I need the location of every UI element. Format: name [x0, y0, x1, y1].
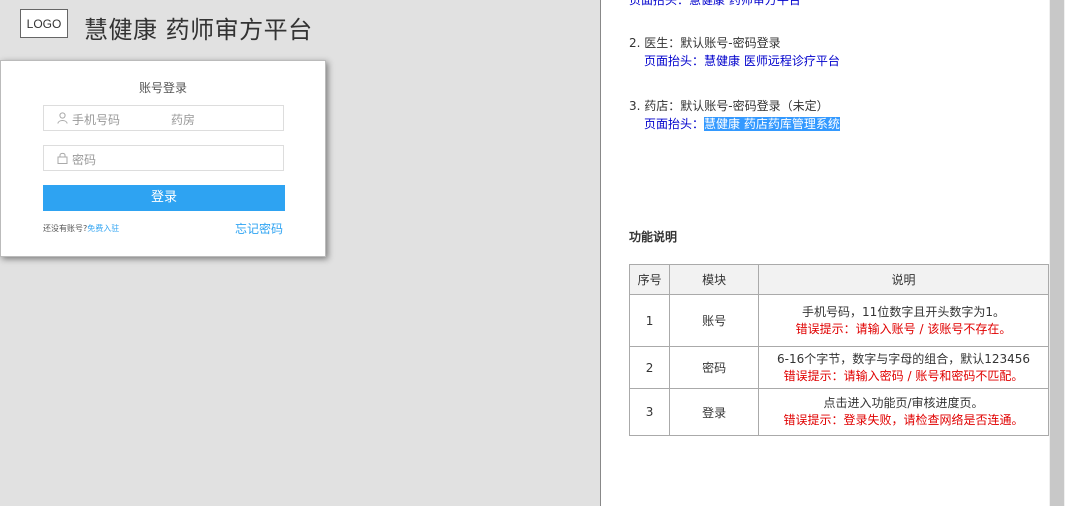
scrollbar-thumb[interactable] — [1050, 0, 1064, 506]
row-error-text: 错误提示：登录失败，请检查网络是否连通。 — [783, 413, 1024, 427]
login-card: 账号登录 手机号码 药房 密码 登录 还没有账号?免费入驻 忘记密码 — [0, 60, 326, 257]
note-pharmacy-header-prefix: 页面抬头： — [644, 117, 705, 131]
spec-section-title: 功能说明 — [629, 230, 678, 244]
row-desc: 6-16个字节，数字与字母的组合，默认123456 错误提示：请输入密码 / 账号… — [758, 346, 1049, 389]
table-row: 1 账号 手机号码，11位数字且开头数字为1。 错误提示：请输入账号 / 该账号不… — [628, 294, 1049, 347]
login-button[interactable]: 登录 — [43, 185, 285, 211]
row-error-text: 错误提示：请输入账号 / 该账号不存在。 — [795, 321, 1012, 336]
logo-text: LOGO — [26, 16, 62, 31]
user-icon — [57, 112, 68, 124]
note-pharmacy-line: 3. 药店：默认账号-密码登录（未定） — [629, 99, 829, 113]
login-page-mockup: LOGO 慧健康 药师审方平台 账号登录 手机号码 药房 密码 登录 还没有账号… — [0, 0, 600, 506]
spec-table: 序号 模块 说明 1 账号 手机号码，11位数字且开头数字为1。 错误提示：请输入… — [628, 264, 1049, 436]
note-pharmacy-header-value: 慧健康 药店药库管理系统 — [704, 117, 840, 131]
row-module: 登录 — [669, 388, 760, 436]
register-prompt: 还没有账号?免费入驻 — [43, 223, 119, 234]
table-row: 3 登录 点击进入功能页/审核进度页。错误提示：登录失败，请检查网络是否连通。 — [628, 388, 1049, 436]
note-cut-line: 页面抬头：慧健康 药师审方平台 — [629, 0, 801, 7]
note-doctor-header-prefix: 页面抬头： — [644, 54, 705, 68]
row-desc: 点击进入功能页/审核进度页。错误提示：登录失败，请检查网络是否连通。 — [758, 388, 1049, 436]
row-module: 账号 — [669, 294, 760, 347]
row-desc: 手机号码，11位数字且开头数字为1。 错误提示：请输入账号 / 该账号不存在。 — [758, 294, 1049, 347]
no-account-text: 还没有账号? — [43, 224, 88, 233]
lock-icon — [57, 152, 68, 164]
note-doctor-header-value: 慧健康 医师远程诊疗平台 — [704, 54, 840, 68]
row-desc-text: 6-16个字节，数字与字母的组合，默认123456 — [776, 351, 1031, 366]
phone-placeholder: 手机号码 — [72, 113, 121, 127]
phone-input[interactable]: 手机号码 药房 — [43, 105, 284, 131]
logo-placeholder: LOGO — [20, 9, 68, 38]
forgot-password-link[interactable]: 忘记密码 — [235, 220, 283, 237]
row-module: 密码 — [669, 346, 760, 389]
note-doctor-line: 2. 医生：默认账号-密码登录 — [629, 36, 781, 50]
register-link[interactable]: 免费入驻 — [87, 224, 119, 233]
password-input[interactable]: 密码 — [43, 145, 284, 171]
column-header-desc: 说明 — [758, 264, 1049, 295]
row-error-text: 错误提示：请输入密码 / 账号和密码不匹配。 — [783, 368, 1024, 383]
password-placeholder: 密码 — [72, 153, 97, 167]
note-doctor: 2. 医生：默认账号-密码登录 页面抬头：慧健康 医师远程诊疗平台 — [629, 34, 840, 69]
row-no: 1 — [628, 294, 671, 347]
row-desc-text: 点击进入功能页/审核进度页。 — [823, 396, 984, 410]
table-header-row: 序号 模块 说明 — [628, 264, 1049, 295]
phone-extra-text: 药房 — [171, 113, 196, 127]
note-pharmacy-header: 页面抬头：慧健康 药店药库管理系统 — [629, 115, 840, 132]
spec-document: 页面抬头：慧健康 药师审方平台 2. 医生：默认账号-密码登录 页面抬头：慧健康… — [600, 0, 1049, 506]
column-header-module: 模块 — [669, 264, 760, 295]
column-header-no: 序号 — [628, 264, 671, 295]
note-doctor-header: 页面抬头：慧健康 医师远程诊疗平台 — [629, 52, 840, 69]
note-pharmacy: 3. 药店：默认账号-密码登录（未定） 页面抬头：慧健康 药店药库管理系统 — [629, 97, 840, 132]
app-title: 慧健康 药师审方平台 — [84, 16, 313, 44]
login-title: 账号登录 — [138, 81, 187, 95]
row-no: 2 — [628, 346, 671, 389]
row-no: 3 — [628, 388, 671, 436]
row-desc-text: 手机号码，11位数字且开头数字为1。 — [802, 304, 1005, 319]
table-row: 2 密码 6-16个字节，数字与字母的组合，默认123456 错误提示：请输入密码… — [628, 346, 1049, 389]
